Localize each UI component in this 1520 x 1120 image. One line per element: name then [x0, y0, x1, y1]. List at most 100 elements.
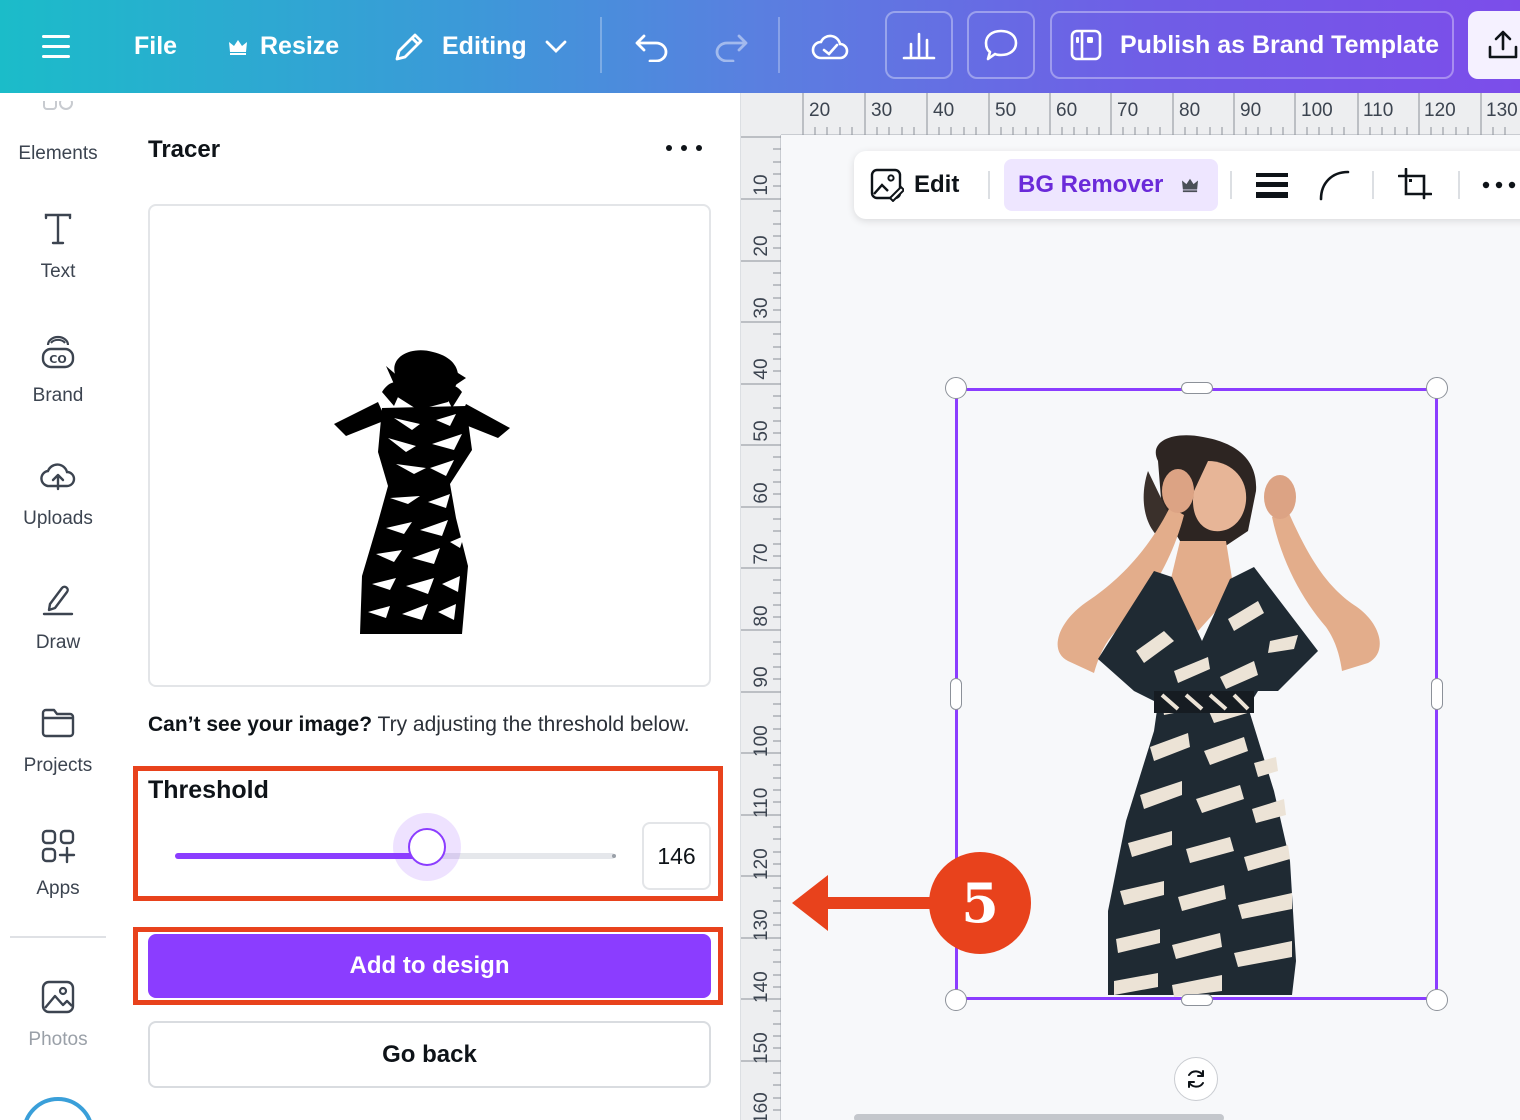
sidebar-item-photos[interactable]: Photos — [0, 977, 116, 1051]
sidebar-item-apps[interactable]: Apps — [0, 826, 116, 900]
ruler-label: 40 — [751, 358, 772, 380]
cloud-saved-button[interactable] — [810, 0, 850, 93]
brand-template-icon — [1070, 29, 1102, 61]
corner-rounding-button[interactable] — [1318, 151, 1350, 219]
resize-handle-corner[interactable] — [1426, 989, 1448, 1011]
more-options-button[interactable] — [1482, 151, 1516, 219]
resize-handle-edge[interactable] — [1181, 382, 1213, 394]
corner-rounding-icon — [1319, 170, 1350, 201]
ruler-label: 40 — [933, 100, 955, 121]
tracer-panel: Tracer Can’t see your image? Try adjusti… — [116, 93, 740, 1120]
resize-handle-corner[interactable] — [945, 989, 967, 1011]
ruler-label: 80 — [751, 605, 772, 627]
horizontal-scrollbar[interactable] — [854, 1114, 1224, 1120]
sidebar-item-projects[interactable]: Projects — [0, 703, 116, 777]
sidebar-item-brand[interactable]: CO Brand — [0, 333, 116, 407]
step-number: 5 — [961, 871, 999, 935]
resize-handle-edge[interactable] — [1431, 678, 1443, 710]
rotate-button[interactable] — [1174, 1057, 1218, 1101]
ruler-label: 110 — [1363, 100, 1394, 121]
add-to-design-button[interactable]: Add to design — [148, 934, 711, 998]
apps-grid-icon — [0, 826, 116, 866]
more-options-icon — [1482, 181, 1516, 189]
ruler-label: 120 — [1424, 100, 1456, 121]
comment-icon — [984, 29, 1018, 61]
sidebar-item-label: Projects — [23, 755, 93, 776]
comments-button[interactable] — [967, 11, 1035, 79]
ruler-label: 30 — [871, 100, 893, 121]
slider-fill — [175, 853, 427, 859]
publish-brand-template-button[interactable]: Publish as Brand Template — [1050, 11, 1454, 79]
ruler-label: 30 — [751, 297, 772, 319]
sidebar-item-label: Apps — [36, 878, 80, 899]
sidebar-item-label: Photos — [28, 1029, 88, 1050]
ruler-label: 60 — [751, 482, 772, 504]
step-number-badge: 5 — [929, 852, 1031, 954]
ruler-label: 50 — [995, 100, 1017, 121]
border-style-button[interactable] — [1256, 151, 1288, 219]
file-menu-button[interactable]: File — [134, 0, 177, 93]
folder-icon — [0, 703, 116, 743]
ruler-label: 110 — [751, 787, 772, 818]
crop-button[interactable] — [1398, 151, 1432, 219]
brand-icon: CO — [0, 333, 116, 373]
ruler-label: 100 — [751, 725, 772, 757]
file-label: File — [134, 32, 178, 60]
redo-button[interactable] — [713, 0, 749, 93]
pen-icon — [0, 580, 116, 620]
slider-thumb[interactable] — [407, 828, 446, 866]
resize-label: Resize — [260, 32, 340, 60]
resize-handle-corner[interactable] — [1426, 377, 1448, 399]
ruler-label: 120 — [751, 848, 772, 880]
undo-icon — [635, 34, 668, 62]
cloud-upload-icon — [0, 456, 116, 496]
hint-bold-text: Can’t see your image? — [148, 713, 373, 736]
more-options-icon[interactable] — [666, 133, 702, 163]
sidebar-item-uploads[interactable]: Uploads — [0, 456, 116, 530]
sidebar-item-draw[interactable]: Draw — [0, 580, 116, 654]
sidebar-item-elements[interactable]: Elements — [0, 101, 116, 165]
threshold-label: Threshold — [148, 776, 269, 804]
elements-icon — [0, 101, 116, 121]
share-button[interactable] — [1468, 11, 1520, 79]
edit-image-button[interactable]: Edit — [870, 151, 959, 219]
rotate-icon — [1188, 1070, 1204, 1088]
editing-label: Editing — [442, 32, 527, 60]
ruler-label: 90 — [751, 666, 772, 688]
go-back-button[interactable]: Go back — [148, 1021, 711, 1088]
redo-icon — [715, 34, 748, 62]
panel-title: Tracer — [148, 136, 221, 163]
ruler-label: 130 — [751, 909, 772, 941]
resize-handle-edge[interactable] — [950, 678, 962, 710]
editing-mode-dropdown[interactable]: Editing — [392, 0, 567, 93]
go-back-label: Go back — [382, 1040, 477, 1068]
sidebar-item-label: Draw — [35, 632, 81, 653]
toolbar-divider — [988, 171, 990, 199]
ruler-label: 20 — [809, 100, 831, 121]
threshold-value: 146 — [657, 842, 696, 869]
toolbar-divider — [1458, 171, 1460, 199]
ruler-label: 80 — [1179, 100, 1201, 121]
slider-end-dot — [612, 854, 616, 858]
resize-handle-edge[interactable] — [1181, 994, 1213, 1006]
sidebar-item-text[interactable]: Text — [0, 209, 116, 283]
border-weight-icon — [1256, 173, 1288, 198]
menu-icon[interactable] — [42, 0, 74, 93]
resize-handle-corner[interactable] — [945, 377, 967, 399]
resize-button[interactable]: Resize — [228, 0, 339, 93]
publish-label: Publish as Brand Template — [1120, 30, 1440, 59]
undo-button[interactable] — [634, 0, 670, 93]
ruler-label: 90 — [1240, 100, 1262, 121]
edit-label: Edit — [914, 171, 960, 198]
ruler-label: 140 — [751, 971, 772, 1003]
magic-button[interactable] — [22, 1097, 94, 1120]
insights-button[interactable] — [885, 11, 953, 79]
sidebar-item-label: Elements — [18, 143, 98, 164]
text-icon — [0, 209, 116, 249]
sidebar-item-label: Brand — [32, 385, 84, 406]
threshold-value-input[interactable]: 146 — [642, 822, 711, 890]
annotation-arrow — [826, 897, 936, 909]
crown-icon — [1182, 178, 1199, 193]
vertical-ruler: 0 10 20 30 40 50 60 70 80 90 100 110 120… — [741, 93, 781, 1120]
ruler-label: 50 — [751, 420, 772, 442]
